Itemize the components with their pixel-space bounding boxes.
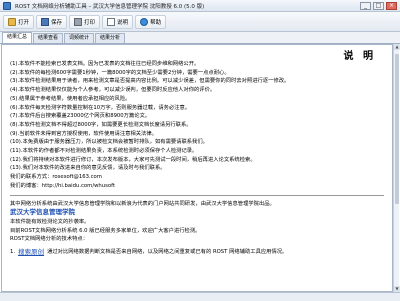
tab-word-frequency[interactable]: 词频统计 xyxy=(64,33,95,43)
help-icon xyxy=(140,17,149,26)
status-bar xyxy=(0,292,400,301)
paragraph: (4).本软件检测结果仅仅能为个人参考，可以减少误判，但要同时反应他人对你的评价… xyxy=(10,87,216,94)
paragraph: (3).本软件检测结果用于读者，用来检测文章是否提高内容比例。可以减少误差，但需… xyxy=(10,78,290,85)
divider xyxy=(10,194,384,196)
tab-results[interactable]: 结果查看 xyxy=(33,33,64,43)
print-icon xyxy=(74,17,83,26)
minimize-button[interactable]: _ xyxy=(360,2,371,10)
intro-line: ROST文档网络分析的技术特点： xyxy=(10,236,89,243)
scroll-thumb[interactable] xyxy=(395,54,399,204)
intro-highlight-line: 武汉大学信息管理学院 xyxy=(10,208,384,218)
paragraph: (12).我们将持续对本软件进行修订，本次发布版本，大家可先测试一段时间，稍后再… xyxy=(10,156,256,163)
manual-label: 说明 xyxy=(117,19,129,26)
paragraph: (1).本软件不能检索已发表文档。因为已发表的文档往往已经同步维和网络公开。 xyxy=(10,61,200,67)
print-button[interactable]: 打印 xyxy=(69,14,101,29)
document-heading: 说 明 xyxy=(343,51,376,62)
feature-number: 1. xyxy=(10,249,16,256)
paragraph: (11).本软件的作者都不对检测结果负责，本系统检测时必须保存个人检测记录。 xyxy=(10,148,198,155)
intro-line: 目前ROST文档网络分析系统 6.0 版已经服务多家单位，欢迎广大客户进行检测。 xyxy=(10,227,201,234)
paragraph: (13).我们对本软件的改进来自你的意见反馈，请及时与我们联系。 xyxy=(10,165,166,172)
scroll-up-icon[interactable]: ▲ xyxy=(394,44,400,50)
paragraph: (6).本软件每天检测字符数量控制在10万字，否则服务器过载，请务必注意。 xyxy=(10,104,191,111)
manual-button[interactable]: 说明 xyxy=(102,14,134,29)
paragraph: (9).当前软件未得到官方授权使用，软件使用请注意相关法律。 xyxy=(10,130,157,137)
feature-link[interactable]: 搜索原创 xyxy=(18,248,44,256)
intro-line: 其中网络分析系统由武汉大学信息管理学院和以新浪为代表的门户网站共同研发，由武汉大… xyxy=(10,200,384,209)
help-label: 帮助 xyxy=(150,19,162,26)
contact-blog: 我们的博客：http://hi.baidu.com/whusoft xyxy=(10,182,115,189)
intro-text: 其中网络分析系统由武汉大学信息管理学院和以新浪为代表的门户网站共同研发，由武汉大… xyxy=(10,200,275,207)
save-icon xyxy=(41,17,50,26)
contact-email: 我们的联系方式：rosesoft@163.com xyxy=(10,174,102,181)
tab-strip: 结果汇总 结果查看 词频统计 结果分析 xyxy=(0,32,400,44)
feature-item: 1. 搜索原创 通过对比网络数据判断文档是否来自网络，以及网络之间重复或已有的 … xyxy=(10,248,384,256)
tab-analysis[interactable]: 结果分析 xyxy=(95,33,126,43)
intro-line: 本软件能有效检测论文的抄袭率。 xyxy=(10,218,90,225)
save-button[interactable]: 保存 xyxy=(36,14,68,29)
window-title: ROST 文档网络分析辅助工具 – 武汉大学信息管理学院 沈阳教授 6.0 (5… xyxy=(15,3,205,10)
open-label: 打开 xyxy=(18,19,30,26)
maximize-button[interactable]: □ xyxy=(373,2,384,10)
open-icon xyxy=(8,17,16,26)
document-view[interactable]: 说 明 (1).本软件不能检索已发表文档。因为已发表的文档往往已经同步维和网络公… xyxy=(1,44,393,292)
intro-highlight: 武汉大学信息管理学院 xyxy=(10,208,75,217)
paragraph: (10).本免费版由于服务器压力，所以被检文档会被暂时排队，如有需要请联系我们。 xyxy=(10,139,208,146)
window-controls: _ □ × xyxy=(360,2,397,10)
vertical-scrollbar[interactable]: ▲ ▼ xyxy=(393,44,400,292)
save-label: 保存 xyxy=(51,19,63,26)
feature-description: 通过对比网络数据判断文档是否来自网络，以及网络之间重复或已有的 ROST 网络辅… xyxy=(47,249,288,256)
document-icon xyxy=(107,17,116,26)
print-label: 打印 xyxy=(84,19,96,26)
paragraph: (2).本软件的每检测600字需要1秒钟，一篇8000字的文档至少需要2分钟，需… xyxy=(10,69,230,76)
help-button[interactable]: 帮助 xyxy=(135,14,167,29)
paragraph: (7).本软件后台搜索覆盖23000亿个网页和8900万篇论文。 xyxy=(10,113,151,120)
open-button[interactable]: 打开 xyxy=(3,14,35,29)
toolbar: 打开 保存 打印 说明 帮助 xyxy=(0,12,400,32)
close-button[interactable]: × xyxy=(386,2,397,10)
paragraph: (5).结果属于参考结果，使用者应承担相应的风险。 xyxy=(10,95,131,102)
app-icon xyxy=(3,1,11,10)
tab-summary[interactable]: 结果汇总 xyxy=(2,32,33,43)
title-bar: ROST 文档网络分析辅助工具 – 武汉大学信息管理学院 沈阳教授 6.0 (5… xyxy=(0,0,400,12)
paragraph: (8).本软件检测文档不得超过8000字，如需要更长检测文档长度请另行联系。 xyxy=(10,121,192,128)
